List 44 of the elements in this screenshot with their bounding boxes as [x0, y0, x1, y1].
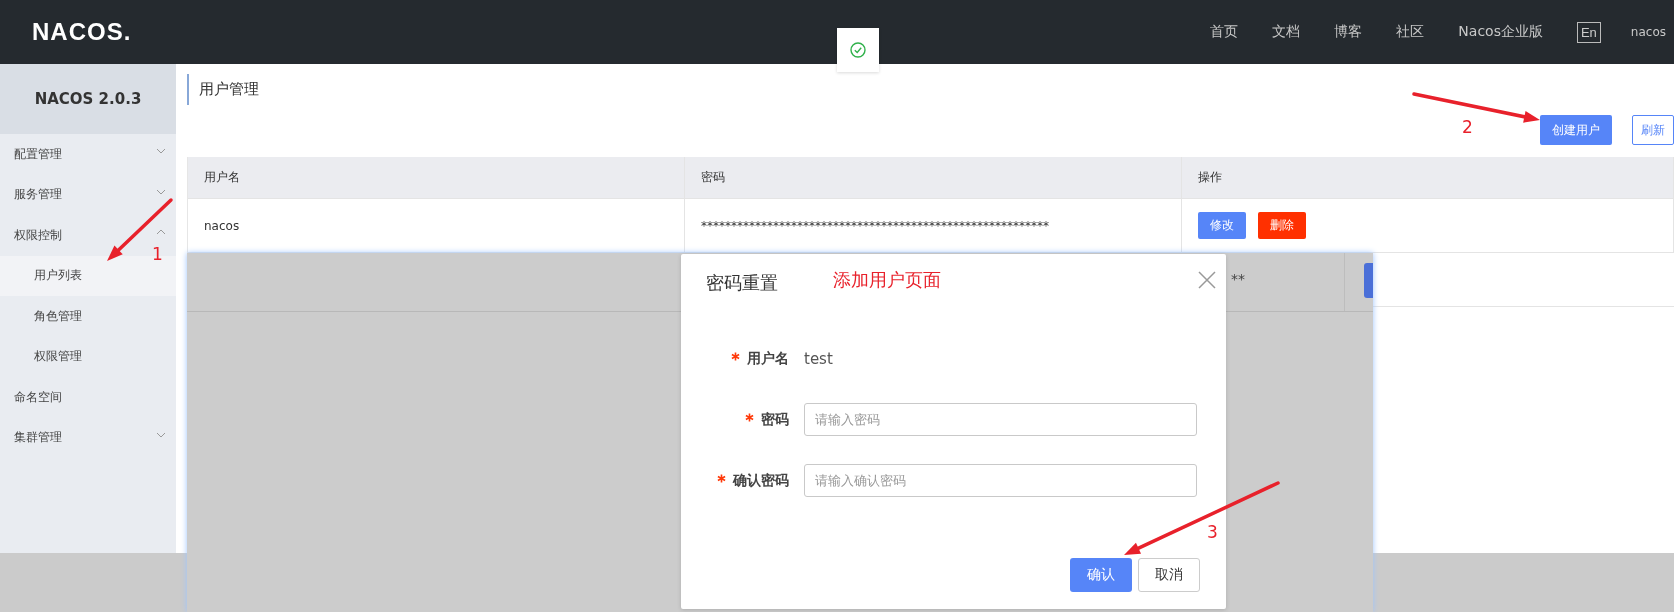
page-title: 用户管理	[187, 74, 269, 105]
annotation-label: 添加用户页面	[833, 268, 941, 292]
table-cell: **	[1231, 271, 1245, 287]
chevron-icon[interactable]	[156, 229, 166, 236]
button-edge	[1364, 263, 1373, 298]
input-field[interactable]: 请输入确认密码	[804, 464, 1197, 497]
nav-link[interactable]: 社区	[1396, 23, 1425, 41]
logo[interactable]: NACOS.	[32, 18, 132, 46]
language-button[interactable]: En	[1576, 21, 1601, 43]
menu-item[interactable]: 服务管理	[14, 186, 62, 204]
nav-link[interactable]: 首页	[1210, 23, 1239, 41]
submenu-item[interactable]: 角色管理	[0, 296, 176, 337]
menu-item[interactable]: 集群管理	[14, 429, 62, 447]
table-cell: nacos	[188, 199, 685, 252]
column-header: 密码	[685, 157, 1182, 198]
cancel-button[interactable]: 取消	[1138, 558, 1200, 592]
nav-link[interactable]: 文档	[1272, 23, 1301, 41]
menu-item[interactable]: 命名空间	[14, 388, 62, 406]
product-version: NACOS 2.0.3	[34, 90, 142, 108]
annotation-label: 2	[1462, 117, 1473, 137]
close-icon[interactable]	[1198, 271, 1216, 289]
menu-item[interactable]: 配置管理	[14, 145, 62, 163]
success-icon	[850, 42, 866, 58]
annotation-arrow	[107, 198, 173, 261]
delete-button[interactable]: 删除	[1258, 212, 1306, 239]
dialog-title: 密码重置	[706, 271, 778, 295]
chevron-icon[interactable]	[156, 188, 166, 195]
refresh-button[interactable]: 刷新	[1632, 115, 1674, 145]
submenu-item[interactable]: 权限管理	[0, 336, 176, 377]
field-label: 用户名	[747, 349, 789, 368]
input-field[interactable]: 请输入密码	[804, 403, 1197, 436]
chevron-icon[interactable]	[156, 148, 166, 155]
user-name[interactable]: nacos	[1630, 25, 1666, 39]
nav-link[interactable]: Nacos企业版	[1458, 23, 1543, 41]
table-cell: **********************************************************	[685, 199, 1182, 252]
annotation-label: 3	[1207, 522, 1218, 542]
field-label: 确认密码	[733, 471, 789, 490]
column-header: 用户名	[188, 157, 685, 198]
nav-link[interactable]: 博客	[1334, 23, 1363, 41]
field-value: test	[804, 349, 833, 368]
field-label: 密码	[761, 410, 789, 429]
chevron-icon[interactable]	[156, 431, 166, 438]
menu-item[interactable]: 权限控制	[14, 226, 62, 244]
column-header: 操作	[1182, 157, 1674, 198]
